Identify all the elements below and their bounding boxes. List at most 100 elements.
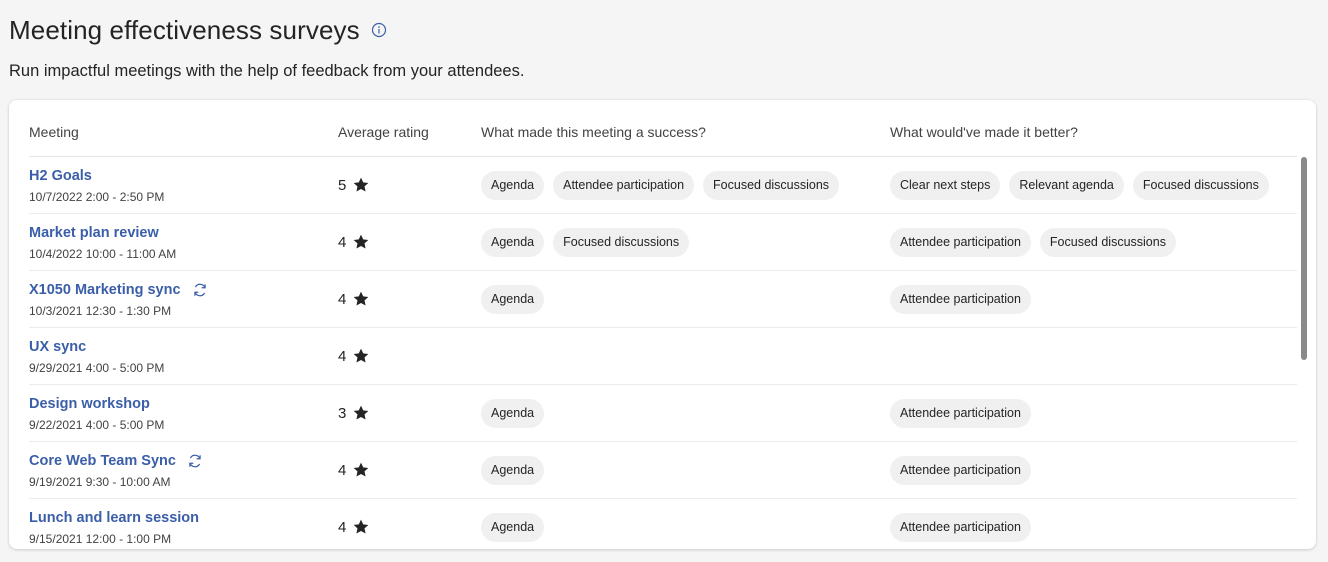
page-header: Meeting effectiveness surveys xyxy=(9,14,387,46)
meeting-cell: Design workshop 9/22/2021 4:00 - 5:00 PM xyxy=(29,394,164,433)
table-row[interactable]: UX sync 9/29/2021 4:00 - 5:00 PM 4 xyxy=(29,328,1297,385)
recurring-icon xyxy=(191,281,209,299)
success-tags: Agenda xyxy=(481,285,545,314)
rating-value: 5 xyxy=(338,176,347,194)
better-tag: Attendee participation xyxy=(890,456,1031,485)
better-tags: Attendee participation xyxy=(890,456,1031,485)
meeting-cell: UX sync 9/29/2021 4:00 - 5:00 PM xyxy=(29,337,164,376)
better-tag: Attendee participation xyxy=(890,513,1031,542)
meeting-name-wrap: Design workshop xyxy=(29,394,164,414)
star-icon xyxy=(352,518,370,536)
meeting-date: 9/15/2021 12:00 - 1:00 PM xyxy=(29,532,172,546)
header-meeting[interactable]: Meeting xyxy=(29,122,79,142)
rating-cell: 4 xyxy=(338,233,370,251)
success-tag: Attendee participation xyxy=(553,171,695,200)
meeting-date: 9/19/2021 9:30 - 10:00 AM xyxy=(29,475,171,489)
meeting-cell: Core Web Team Sync 9/19/2021 9:30 - 10:00… xyxy=(29,451,204,490)
success-tag: Agenda xyxy=(481,171,545,200)
better-tag: Relevant agenda xyxy=(1009,171,1124,200)
success-tags: Agenda Attendee participation Focused disc… xyxy=(481,171,840,200)
title-row: Meeting effectiveness surveys xyxy=(9,14,387,46)
meeting-name-wrap: UX sync xyxy=(29,337,164,357)
meeting-cell: H2 Goals 10/7/2022 2:00 - 2:50 PM xyxy=(29,166,164,205)
rating-cell: 4 xyxy=(338,347,370,365)
better-tags: Clear next steps Relevant agenda Focused d… xyxy=(890,171,1269,200)
star-icon xyxy=(352,347,370,365)
better-tag: Attendee participation xyxy=(890,399,1031,428)
success-tags: Agenda Focused discussions xyxy=(481,228,690,257)
star-icon xyxy=(352,290,370,308)
meeting-name-link[interactable]: Lunch and learn session xyxy=(29,508,199,528)
meeting-cell: Market plan review 10/4/2022 10:00 - 11:0… xyxy=(29,223,176,262)
meeting-name-wrap: Market plan review xyxy=(29,223,176,243)
table-row[interactable]: Market plan review 10/4/2022 10:00 - 11:0… xyxy=(29,214,1297,271)
rating-cell: 4 xyxy=(338,461,370,479)
success-tag: Focused discussions xyxy=(703,171,840,200)
table-body: H2 Goals 10/7/2022 2:00 - 2:50 PM 5 Agenda A… xyxy=(29,157,1297,549)
meeting-cell: X1050 Marketing sync 10/3/2021 12:30 - 1:… xyxy=(29,280,209,319)
success-tag: Agenda xyxy=(481,456,545,485)
better-tags: Attendee participation xyxy=(890,513,1031,542)
meeting-date: 10/3/2021 12:30 - 1:30 PM xyxy=(29,304,172,318)
recurring-icon xyxy=(186,452,204,470)
success-tag: Agenda xyxy=(481,513,545,542)
header-success[interactable]: What made this meeting a success? xyxy=(481,122,706,142)
page-subtitle: Run impactful meetings with the help of … xyxy=(9,62,525,80)
table-header: Meeting Average rating What made this me… xyxy=(29,100,1297,157)
rating-cell: 4 xyxy=(338,518,370,536)
success-tags: Agenda xyxy=(481,513,545,542)
page-title: Meeting effectiveness surveys xyxy=(9,15,360,45)
header-better[interactable]: What would've made it better? xyxy=(890,122,1078,142)
meeting-name-wrap: H2 Goals xyxy=(29,166,164,186)
meeting-name-link[interactable]: H2 Goals xyxy=(29,166,92,186)
better-tag: Attendee participation xyxy=(890,228,1031,257)
star-icon xyxy=(352,176,370,194)
rating-value: 4 xyxy=(338,347,347,365)
info-icon[interactable] xyxy=(371,22,387,38)
surveys-table: Meeting Average rating What made this me… xyxy=(29,100,1297,549)
rating-value: 4 xyxy=(338,233,347,251)
meeting-name-link[interactable]: X1050 Marketing sync xyxy=(29,280,181,300)
meeting-name-wrap: Core Web Team Sync xyxy=(29,451,204,471)
success-tag: Agenda xyxy=(481,399,545,428)
meeting-name-link[interactable]: UX sync xyxy=(29,337,86,357)
success-tags: Agenda xyxy=(481,456,545,485)
success-tags: Agenda xyxy=(481,399,545,428)
rating-value: 4 xyxy=(338,290,347,308)
better-tags: Attendee participation Focused discussion… xyxy=(890,228,1176,257)
meeting-name-link[interactable]: Market plan review xyxy=(29,223,159,243)
table-row[interactable]: H2 Goals 10/7/2022 2:00 - 2:50 PM 5 Agenda A… xyxy=(29,157,1297,214)
success-tag: Agenda xyxy=(481,285,545,314)
meeting-name-link[interactable]: Design workshop xyxy=(29,394,150,414)
table-row[interactable]: Design workshop 9/22/2021 4:00 - 5:00 PM 3… xyxy=(29,385,1297,442)
rating-cell: 3 xyxy=(338,404,370,422)
rating-value: 4 xyxy=(338,461,347,479)
meeting-date: 10/4/2022 10:00 - 11:00 AM xyxy=(29,247,177,261)
table-row[interactable]: Core Web Team Sync 9/19/2021 9:30 - 10:00… xyxy=(29,442,1297,499)
table-row[interactable]: X1050 Marketing sync 10/3/2021 12:30 - 1:… xyxy=(29,271,1297,328)
better-tag: Attendee participation xyxy=(890,285,1031,314)
surveys-card: Meeting Average rating What made this me… xyxy=(9,100,1316,549)
table-row[interactable]: Lunch and learn session 9/15/2021 12:00 -… xyxy=(29,499,1297,549)
better-tags: Attendee participation xyxy=(890,285,1031,314)
vertical-scrollbar[interactable] xyxy=(1301,157,1307,360)
better-tags: Attendee participation xyxy=(890,399,1031,428)
rating-cell: 5 xyxy=(338,176,370,194)
meeting-date: 9/29/2021 4:00 - 5:00 PM xyxy=(29,361,165,375)
success-tag: Focused discussions xyxy=(553,228,690,257)
better-tag: Focused discussions xyxy=(1132,171,1269,200)
rating-value: 4 xyxy=(338,518,347,536)
star-icon xyxy=(352,404,370,422)
success-tag: Agenda xyxy=(481,228,545,257)
better-tag: Focused discussions xyxy=(1039,228,1176,257)
header-rating[interactable]: Average rating xyxy=(338,122,429,142)
rating-cell: 4 xyxy=(338,290,370,308)
meeting-date: 9/22/2021 4:00 - 5:00 PM xyxy=(29,418,165,432)
meeting-name-link[interactable]: Core Web Team Sync xyxy=(29,451,176,471)
meeting-date: 10/7/2022 2:00 - 2:50 PM xyxy=(29,190,165,204)
meeting-name-wrap: Lunch and learn session xyxy=(29,508,199,528)
meeting-cell: Lunch and learn session 9/15/2021 12:00 -… xyxy=(29,508,199,547)
star-icon xyxy=(352,233,370,251)
better-tag: Clear next steps xyxy=(890,171,1001,200)
meeting-name-wrap: X1050 Marketing sync xyxy=(29,280,209,300)
